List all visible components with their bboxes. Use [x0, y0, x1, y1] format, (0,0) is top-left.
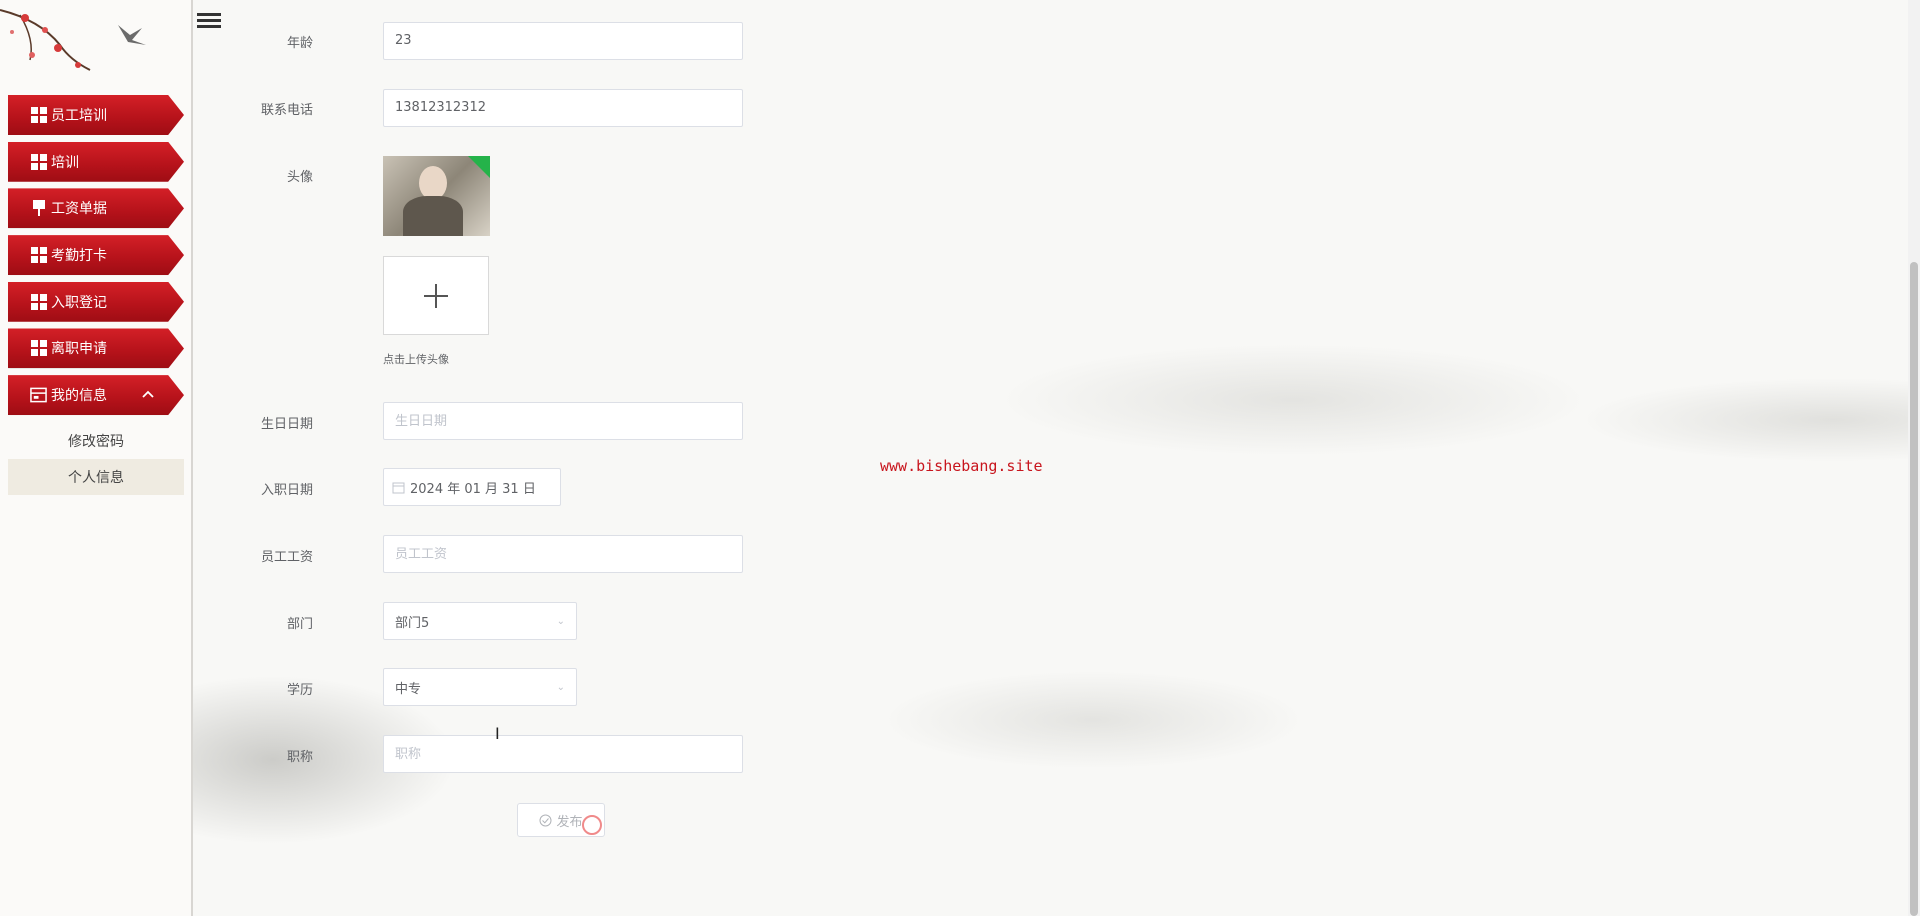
submenu-item-personal-info[interactable]: 个人信息 [8, 459, 184, 495]
calendar-icon [392, 482, 405, 493]
phone-label: 联系电话 [260, 103, 313, 118]
sidebar-item-label: 离职申请 [51, 341, 107, 358]
card-icon [30, 387, 47, 404]
department-label: 部门 [286, 617, 313, 632]
sidebar: 员工培训 培训 工资单据 考勤打卡 入职登记 离职申请 我的信息 修改密码 个人… [0, 0, 193, 916]
sidebar-menu: 员工培训 培训 工资单据 考勤打卡 入职登记 离职申请 我的信息 [8, 95, 184, 422]
birthday-input[interactable] [383, 402, 743, 440]
education-select[interactable]: 中专 ⌄ [383, 668, 577, 706]
page-scrollbar[interactable] [1908, 0, 1920, 916]
sidebar-item-training[interactable]: 培训 [8, 141, 184, 182]
chevron-down-icon: ⌄ [556, 615, 565, 627]
sidebar-item-label: 工资单据 [51, 201, 107, 218]
text-cursor-icon: I [495, 724, 500, 743]
grid-icon [30, 107, 47, 124]
join-date-picker[interactable]: 2024 年 01 月 31 日 [383, 468, 561, 506]
plus-icon [424, 283, 448, 308]
sidebar-item-attendance[interactable]: 考勤打卡 [8, 235, 184, 276]
sidebar-item-label: 入职登记 [51, 294, 107, 311]
title-input[interactable] [383, 735, 743, 773]
sidebar-item-onboarding[interactable]: 入职登记 [8, 281, 184, 322]
avatar-image[interactable] [383, 156, 490, 236]
join-date-value: 2024 年 01 月 31 日 [410, 481, 536, 497]
submenu-item-change-password[interactable]: 修改密码 [8, 423, 184, 459]
sidebar-item-label: 我的信息 [51, 388, 107, 405]
sidebar-item-label: 考勤打卡 [51, 248, 107, 265]
phone-input[interactable]: 13812312312 [383, 89, 743, 127]
menu-toggle-icon[interactable] [197, 10, 221, 34]
avatar-label: 头像 [286, 170, 313, 185]
publish-label: 发布 [556, 814, 583, 830]
age-label: 年龄 [286, 36, 313, 51]
department-select[interactable]: 部门5 ⌄ [383, 602, 577, 640]
click-indicator [582, 815, 602, 835]
plum-blossom-logo [0, 9, 146, 71]
main-content: 年龄 23 联系电话 13812312312 头像 点击上传头像 生日日期 入职… [193, 0, 1920, 916]
grid-icon [30, 153, 47, 170]
join-date-label: 入职日期 [260, 483, 313, 498]
sidebar-item-label: 培训 [51, 154, 79, 171]
chevron-down-icon: ⌄ [556, 681, 565, 693]
education-value: 中专 [395, 681, 422, 697]
watermark-text: www.bishebang.site [880, 457, 1043, 475]
sidebar-item-employee-training[interactable]: 员工培训 [8, 95, 184, 135]
salary-label: 员工工资 [260, 550, 313, 565]
department-value: 部门5 [395, 615, 430, 631]
birthday-label: 生日日期 [260, 417, 313, 432]
age-input[interactable]: 23 [383, 22, 743, 60]
grid-icon [30, 340, 47, 357]
chevron-up-icon [142, 387, 154, 401]
salary-input[interactable] [383, 535, 743, 573]
check-circle-icon [539, 814, 552, 826]
title-label: 职称 [286, 750, 313, 765]
submenu: 修改密码 个人信息 [0, 423, 184, 495]
grid-icon [30, 293, 47, 310]
pin-icon [30, 200, 47, 217]
avatar-upload-button[interactable] [383, 256, 489, 335]
grid-icon [30, 247, 47, 264]
education-label: 学历 [286, 683, 313, 698]
sidebar-item-payslips[interactable]: 工资单据 [8, 188, 184, 229]
upload-hint: 点击上传头像 [383, 353, 449, 366]
sidebar-item-my-info[interactable]: 我的信息 [8, 375, 184, 416]
sidebar-item-resignation[interactable]: 离职申请 [8, 328, 184, 369]
sidebar-item-label: 员工培训 [51, 108, 107, 124]
